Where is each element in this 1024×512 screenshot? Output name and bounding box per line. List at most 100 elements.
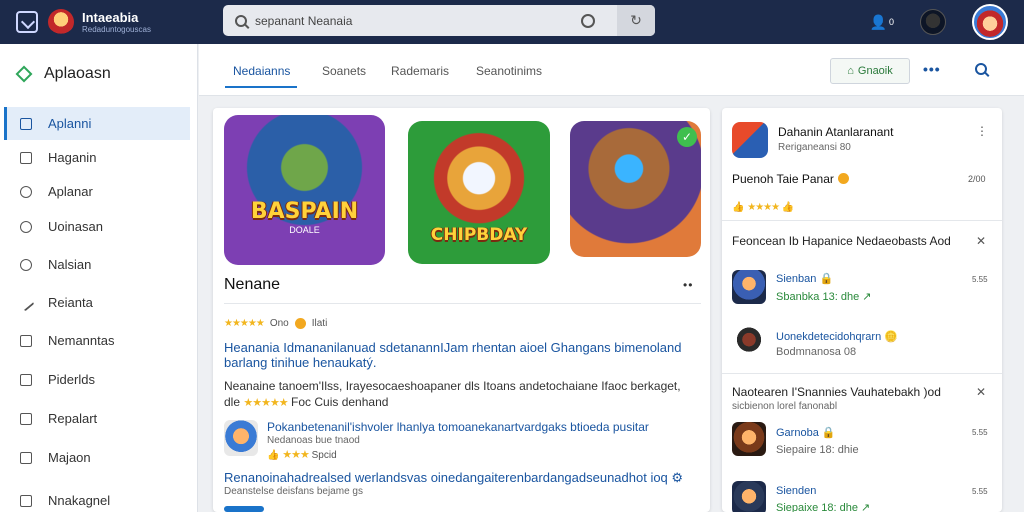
square-icon xyxy=(20,334,32,347)
user-icon[interactable]: 👤 xyxy=(870,14,887,31)
rating-text: Ono xyxy=(269,318,289,329)
app-icon[interactable] xyxy=(732,326,766,360)
lock-icon: 🔒 xyxy=(821,427,836,439)
kebab-menu-icon[interactable]: ⋮ xyxy=(976,124,988,138)
target-icon xyxy=(20,258,32,271)
review-rating: 👍 ★★★ Spcid xyxy=(267,449,337,461)
profile-avatar[interactable] xyxy=(920,9,946,35)
sidebar-item-11[interactable]: Nnakagnel xyxy=(4,484,190,512)
arrow-icon: ↗ xyxy=(862,291,872,303)
user-count: 0 xyxy=(888,17,894,27)
settings-icon: ⚙ xyxy=(671,470,684,485)
section-title: Naotearen I'Snannies Vauhatebakh )od xyxy=(732,385,941,399)
reviewer-avatar[interactable] xyxy=(224,420,258,456)
brand-mascot-icon xyxy=(48,9,74,35)
refresh-icon: ↻ xyxy=(630,12,642,28)
sidebar-item-1[interactable]: Aplanni xyxy=(4,107,190,140)
right-panel: Dahanin Atanlaranant Reriganeansi 80 ⋮ P… xyxy=(722,108,1002,512)
star-rating-icon: ★★★ xyxy=(282,449,310,461)
list-item-name[interactable]: Sienden xyxy=(776,485,816,497)
app-title[interactable]: Dahanin Atanlaranant xyxy=(778,125,893,139)
brand[interactable]: Intaeabia Redaduntogouscas xyxy=(16,9,151,35)
sidebar-item-9[interactable]: Repalart xyxy=(4,402,190,435)
close-icon[interactable]: ✕ xyxy=(976,234,986,248)
sidebar-header[interactable]: Aplaoasn xyxy=(0,44,197,104)
coin-icon: 🪙 xyxy=(884,331,898,343)
search-icon[interactable] xyxy=(975,63,987,75)
sidebar-item-6[interactable]: Reianta xyxy=(4,286,190,319)
arrow-icon: ↗ xyxy=(861,502,871,512)
list-item-value: 5.55 xyxy=(972,487,988,496)
sidebar-item-4[interactable]: Uoinasan xyxy=(4,210,190,243)
square-icon xyxy=(20,412,32,425)
app-logo-icon xyxy=(16,11,38,33)
tab-1[interactable]: Nedaianns xyxy=(233,64,290,78)
close-icon[interactable]: ✕ xyxy=(976,385,986,399)
description: Heanania Idmananilanuad sdetanannIJam rh… xyxy=(224,340,682,370)
game-art-title: BASPAIN xyxy=(250,199,359,224)
game-art-title: CHIPBDAY xyxy=(430,225,528,245)
section-subtitle: sicbienon lorel fanonabl xyxy=(732,401,838,412)
sidebar: Aplaoasn Aplanni Haganin Aplanar Uoinasa… xyxy=(0,44,198,512)
progress-bar xyxy=(224,506,264,512)
list-item-detail: Sbanbka 13: dhe ↗ xyxy=(776,291,872,303)
star-rating-icon: ★★★★★ xyxy=(224,318,265,329)
game-art-2[interactable]: CHIPBDAY xyxy=(408,121,550,264)
thumb-icon: 👍 xyxy=(267,450,283,461)
search-input[interactable]: sepanant Neanaia xyxy=(255,14,581,28)
account-avatar[interactable] xyxy=(972,4,1008,40)
more-icon[interactable]: •• xyxy=(683,278,693,292)
thumb-icon: 👍 xyxy=(732,202,748,213)
sidebar-item-7[interactable]: Nemanntas xyxy=(4,324,190,357)
game-art-3[interactable]: ✓ xyxy=(570,121,701,257)
pencil-icon xyxy=(17,294,35,311)
app-subtitle: Reriganeansi 80 xyxy=(778,142,851,153)
lock-icon: 🔒 xyxy=(819,273,834,285)
note-link[interactable]: Renanoinahadrealsed werlandsvas oinedang… xyxy=(224,470,694,486)
chat-icon xyxy=(20,220,32,233)
review-title[interactable]: Pokanbetenanil'ishvoler lhanlya tomoanek… xyxy=(267,420,649,434)
diamond-icon xyxy=(15,65,33,83)
section-title: Feoncean Ib Hapanice Nedaeobasts Aod xyxy=(732,234,951,248)
search-icon xyxy=(235,14,247,27)
list-item-name[interactable]: Garnoba 🔒 xyxy=(776,426,836,439)
list-item-detail: Bodmnanosa 08 xyxy=(776,346,857,358)
sidebar-item-3[interactable]: Aplanar xyxy=(4,175,190,208)
list-item-name[interactable]: Sienban 🔒 xyxy=(776,272,833,285)
tab-2[interactable]: Soanets xyxy=(322,64,366,78)
square-icon xyxy=(20,373,32,386)
app-icon[interactable] xyxy=(732,270,766,304)
page-title: Nenane xyxy=(224,276,281,293)
app-icon[interactable] xyxy=(732,122,768,158)
list-item-value: 5.55 xyxy=(972,275,988,284)
square-icon xyxy=(20,117,32,130)
tab-4[interactable]: Seanotinims xyxy=(476,64,542,78)
leaf-icon: ⌂ xyxy=(847,65,854,77)
app-icon[interactable] xyxy=(732,481,766,512)
list-item-name[interactable]: Uonekdetecidohqrarn 🪙 xyxy=(776,330,898,343)
rating-row: ★★★★★ Ono Ilati xyxy=(224,318,327,329)
list-item-detail: Siepaixe 18: dhe ↗ xyxy=(776,502,871,512)
refresh-button[interactable]: ↻ xyxy=(617,5,655,36)
search-bar[interactable]: sepanant Neanaia ↻ xyxy=(223,5,655,36)
game-art-1[interactable]: BASPAIN DOALE xyxy=(224,115,385,265)
divider xyxy=(722,220,1002,221)
more-options-icon[interactable]: ••• xyxy=(923,61,941,77)
tab-bar: Nedaianns Soanets Rademaris Seanotinims … xyxy=(199,44,1024,96)
voice-search-icon[interactable] xyxy=(581,13,595,28)
featured-value: 2/00 xyxy=(968,174,986,184)
app-icon[interactable] xyxy=(732,422,766,456)
rating-extra: Ilati xyxy=(311,318,328,329)
tab-3[interactable]: Rademaris xyxy=(391,64,449,78)
square-icon xyxy=(20,494,32,507)
sidebar-item-10[interactable]: Majaon xyxy=(4,441,190,474)
coin-icon xyxy=(837,173,849,184)
top-bar: Intaeabia Redaduntogouscas sepanant Nean… xyxy=(0,0,1024,44)
sidebar-item-2[interactable]: Haganin xyxy=(4,141,190,174)
divider xyxy=(224,303,701,304)
thumbs-up-icon: 👍 xyxy=(781,202,795,213)
generate-button[interactable]: ⌂ Gnaoik xyxy=(830,58,910,84)
sidebar-item-5[interactable]: Nalsian xyxy=(4,248,190,281)
note-subtitle: Deanstelse deisfans bejame gs xyxy=(224,486,363,497)
sidebar-item-8[interactable]: Piderlds xyxy=(4,363,190,396)
